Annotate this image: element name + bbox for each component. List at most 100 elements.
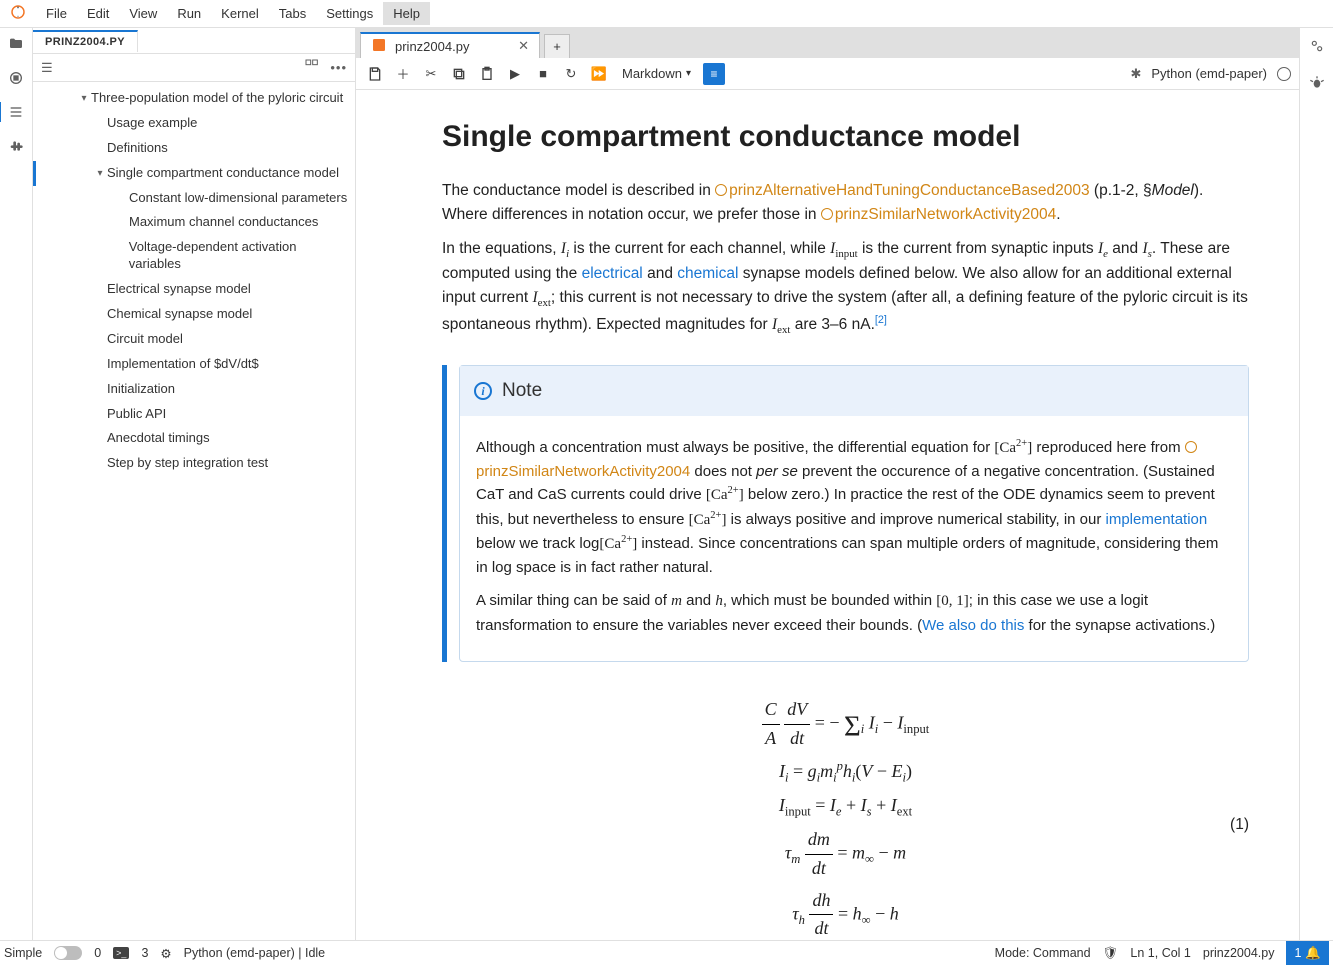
collapse-headers-icon[interactable]: ☰ [41,60,53,76]
bell-icon: 🔔 [1305,946,1321,961]
menu-kernel[interactable]: Kernel [211,2,269,25]
restart-icon[interactable]: ↻ [560,63,582,85]
link-also-do-this[interactable]: We also do this [922,617,1024,634]
link-electrical[interactable]: electrical [582,265,643,282]
stop-icon[interactable]: ■ [532,63,554,85]
toc-item-label: Chemical synapse model [107,306,252,323]
menu-help[interactable]: Help [383,2,430,25]
extensions-icon[interactable] [6,136,26,156]
folder-icon[interactable] [6,34,26,54]
celltype-select[interactable]: Markdown ▾ [616,64,697,83]
close-icon[interactable]: ✕ [518,38,529,54]
celltype-label: Markdown [622,66,682,81]
citation-1[interactable]: prinzAlternativeHandTuningConductanceBas… [715,182,1089,199]
toc-item-label: Public API [107,406,166,423]
add-tab-button[interactable]: + [544,34,570,58]
chevron-down-icon: ▾ [686,68,691,79]
status-zero: 0 [94,946,101,960]
twisty-icon: ▾ [93,167,107,180]
note-para-2: A similar thing can be said of m and h, … [476,589,1232,637]
info-icon: i [474,382,492,400]
toc-item-label: Definitions [107,140,168,157]
toc-icon[interactable] [0,102,32,122]
insert-cell-icon[interactable]: ＋ [392,63,414,85]
doctab-prinz[interactable]: prinz2004.py ✕ [360,32,540,58]
status-mode: Mode: Command [995,946,1091,960]
running-icon[interactable] [6,68,26,88]
toc-item-10[interactable]: Implementation of $dV/dt$ [33,352,355,377]
terminal-icon[interactable]: >_ [113,947,129,959]
copy-icon[interactable] [448,63,470,85]
debug-icon[interactable] [1309,75,1325,94]
toc-item-label: Voltage-dependent activation variables [129,239,349,273]
numbering-icon[interactable] [304,58,320,77]
toc-item-9[interactable]: Circuit model [33,327,355,352]
cog-icon[interactable]: ⚙ [160,946,171,961]
notifications-button[interactable]: 1 🔔 [1286,941,1329,965]
sidebar-tab[interactable]: PRINZ2004.PY [33,30,138,52]
simple-mode-label: Simple [4,946,42,960]
save-icon[interactable] [364,63,386,85]
toc-item-label: Maximum channel conductances [129,214,318,231]
menu-file[interactable]: File [36,2,77,25]
toc-item-7[interactable]: Electrical synapse model [33,277,355,302]
activity-bar [0,28,33,940]
cut-icon[interactable]: ✂ [420,63,442,85]
intro-para-2: In the equations, Ii is the current for … [442,237,1249,340]
jupyter-logo-icon [10,4,30,24]
equation-block-1: (1) CA dVdt = − Σi Ii − Iinput Ii = gimi… [442,692,1249,940]
toc-item-12[interactable]: Public API [33,402,355,427]
toc-item-label: Three-population model of the pyloric ci… [91,90,343,107]
toc-item-0[interactable]: ▾Three-population model of the pyloric c… [33,86,355,111]
toc-item-2[interactable]: Definitions [33,136,355,161]
toc-item-label: Constant low-dimensional parameters [129,190,347,207]
menu-settings[interactable]: Settings [316,2,383,25]
status-kernel[interactable]: Python (emd-paper) | Idle [184,946,326,960]
link-chemical[interactable]: chemical [677,265,738,282]
note-para-1: Although a concentration must always be … [476,436,1232,580]
footnote-2[interactable]: [2] [875,314,887,326]
page-title: Single compartment conductance model [442,114,1249,161]
document-tabs: prinz2004.py ✕ + [356,28,1299,58]
toc-item-1[interactable]: Usage example [33,111,355,136]
kernel-status-icon [1277,67,1291,81]
run-icon[interactable]: ▶ [504,63,526,85]
link-implementation[interactable]: implementation [1106,511,1208,528]
status-three: 3 [141,946,148,960]
menu-run[interactable]: Run [167,2,211,25]
toc-item-13[interactable]: Anecdotal timings [33,426,355,451]
kernel-name[interactable]: Python (emd-paper) [1151,66,1267,81]
notebook-toolbar: ＋ ✂ ▶ ■ ↻ ⏩ Markdown ▾ ≡ ✱ Python (emd-p… [356,58,1299,90]
toc-item-label: Anecdotal timings [107,430,210,447]
toc-item-3[interactable]: ▾Single compartment conductance model [33,161,355,186]
render-markdown-button[interactable]: ≡ [703,63,725,85]
toc-item-6[interactable]: Voltage-dependent activation variables [33,235,355,277]
more-icon[interactable]: ••• [330,60,347,75]
toc-item-label: Single compartment conductance model [107,165,339,182]
settings-icon[interactable] [1309,38,1325,57]
intro-para-1: The conductance model is described in pr… [442,179,1249,227]
menu-tabs[interactable]: Tabs [269,2,316,25]
trust-icon[interactable]: 🛡 [1103,946,1119,961]
toc-item-4[interactable]: Constant low-dimensional parameters [33,186,355,211]
toc-item-5[interactable]: Maximum channel conductances [33,210,355,235]
toc-item-14[interactable]: Step by step integration test [33,451,355,476]
eq-number-1: (1) [1230,813,1249,837]
toc-item-label: Usage example [107,115,197,132]
menubar: File Edit View Run Kernel Tabs Settings … [0,0,1333,28]
citation-2[interactable]: prinzSimilarNetworkActivity2004 [821,206,1056,223]
toc-item-8[interactable]: Chemical synapse model [33,302,355,327]
toc-item-label: Circuit model [107,331,183,348]
kernel-gear-icon[interactable]: ✱ [1130,66,1141,82]
toc-item-11[interactable]: Initialization [33,377,355,402]
paste-icon[interactable] [476,63,498,85]
toc-item-label: Electrical synapse model [107,281,251,298]
note-title: Note [502,376,542,405]
twisty-icon: ▾ [77,92,91,105]
simple-mode-toggle[interactable] [54,946,82,960]
menu-edit[interactable]: Edit [77,2,119,25]
run-all-icon[interactable]: ⏩ [588,63,610,85]
menu-view[interactable]: View [119,2,167,25]
toc-item-label: Step by step integration test [107,455,268,472]
statusbar: Simple 0 >_ 3 ⚙ Python (emd-paper) | Idl… [0,940,1333,965]
